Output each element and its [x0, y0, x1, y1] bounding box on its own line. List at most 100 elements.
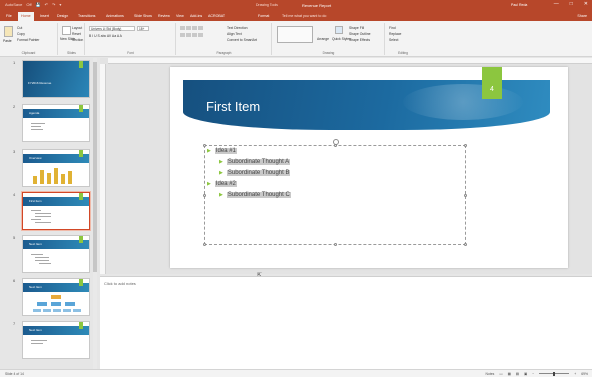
- slide-thumbnail-2[interactable]: Agenda: [22, 104, 90, 142]
- slide-thumbnail-6[interactable]: Next Item: [22, 278, 90, 316]
- slide-title[interactable]: First Item: [206, 99, 260, 114]
- font-name-select[interactable]: Univers Lt Std (Body): [89, 26, 135, 31]
- slide-thumbnail-4-selected[interactable]: First Item: [22, 192, 90, 230]
- arrange-button[interactable]: Arrange: [317, 37, 329, 41]
- resize-handle-e[interactable]: [464, 194, 467, 197]
- reset-button[interactable]: Reset: [72, 32, 81, 36]
- tab-acrobat[interactable]: ACROBAT: [208, 14, 225, 18]
- quick-styles-icon[interactable]: [335, 26, 343, 34]
- zoom-slider[interactable]: [539, 371, 570, 376]
- reading-view-icon[interactable]: ▤: [516, 372, 519, 376]
- bullet-level-2[interactable]: ▶ Subordinate Thought A: [219, 159, 291, 165]
- tab-insert[interactable]: Insert: [40, 14, 49, 18]
- slide-thumbnail-1[interactable]: FY2016 Revenue: [22, 60, 90, 98]
- share-button[interactable]: Share: [577, 14, 587, 18]
- tab-home[interactable]: Home: [18, 12, 34, 21]
- convert-smartart-button[interactable]: Convert to SmartArt: [227, 38, 257, 42]
- resize-handle-n[interactable]: [334, 144, 337, 147]
- tab-design[interactable]: Design: [57, 14, 68, 18]
- align-buttons[interactable]: [180, 33, 204, 38]
- bullets-buttons[interactable]: [180, 26, 204, 31]
- font-format-buttons[interactable]: B I U S abc AV Aa A A: [89, 34, 122, 38]
- status-right-controls: Notes ▭ ▦ ▤ ▣ − + 69%: [486, 371, 588, 376]
- autosave-label[interactable]: AutoSave: [5, 2, 22, 7]
- bullet-level-1[interactable]: ▶ Idea #1: [207, 148, 237, 154]
- bullet-level-2[interactable]: ▶ Subordinate Thought B: [219, 170, 291, 176]
- group-font: Univers Lt Std (Body) 18+ B I U S abc AV…: [86, 23, 176, 55]
- redo-icon[interactable]: ↷: [52, 2, 55, 7]
- user-name[interactable]: Paul Reda: [511, 3, 527, 7]
- tab-add-ins[interactable]: Add-ins: [190, 14, 202, 18]
- normal-view-icon[interactable]: ▭: [499, 372, 502, 376]
- scrollbar-thumb[interactable]: [93, 62, 97, 272]
- cut-button[interactable]: Cut: [17, 26, 22, 30]
- zoom-level[interactable]: 69%: [581, 372, 588, 376]
- resize-handle-sw[interactable]: [203, 243, 206, 246]
- thumb-number: 7: [13, 321, 16, 326]
- notes-placeholder[interactable]: Click to add notes: [104, 281, 136, 286]
- resize-handle-nw[interactable]: [203, 144, 206, 147]
- slide-thumbnail-7[interactable]: Next Item: [22, 321, 90, 359]
- notes-pane[interactable]: Click to add notes: [100, 276, 592, 369]
- bullet-arrow-icon: ▶: [219, 192, 223, 198]
- zoom-out-icon[interactable]: −: [532, 372, 534, 376]
- bullet-arrow-icon: ▶: [219, 159, 223, 165]
- tab-transitions[interactable]: Transitions: [78, 14, 95, 18]
- resize-handle-ne[interactable]: [464, 144, 467, 147]
- title-bar: AutoSave Off 💾 ↶ ↷ ▾ Drawing Tools Reven…: [0, 0, 592, 11]
- thumbnail-scrollbar[interactable]: [93, 58, 97, 369]
- bullet-level-2[interactable]: ▶ Subordinate Thought C: [219, 192, 291, 198]
- thumb-label: Next Item: [29, 242, 42, 246]
- font-size-select[interactable]: 18+: [137, 26, 149, 31]
- group-paragraph: Text Direction Align Text Convert to Sma…: [177, 23, 272, 55]
- shape-fill-button[interactable]: Shape Fill: [349, 26, 364, 30]
- notes-toggle-button[interactable]: Notes: [486, 372, 495, 376]
- undo-icon[interactable]: ↶: [45, 2, 48, 7]
- tab-slide-show[interactable]: Slide Show: [134, 14, 152, 18]
- shape-effects-button[interactable]: Shape Effects: [349, 38, 370, 42]
- slide-thumbnail-5[interactable]: Next Item: [22, 235, 90, 273]
- replace-button[interactable]: Replace: [389, 32, 401, 36]
- paste-icon[interactable]: [4, 26, 13, 37]
- maximize-button[interactable]: □: [570, 1, 573, 7]
- close-button[interactable]: ✕: [584, 1, 588, 7]
- zoom-in-icon[interactable]: +: [574, 372, 576, 376]
- resize-handle-s[interactable]: [334, 243, 337, 246]
- group-label-slides: Slides: [67, 51, 76, 55]
- slide-thumbnail-3[interactable]: Overview: [22, 149, 90, 187]
- layout-button[interactable]: Layout: [72, 26, 82, 30]
- slide-thumbnail-panel: 1 FY2016 Revenue 2 Agenda 3 Overview 4 F…: [0, 58, 100, 369]
- slideshow-icon[interactable]: ▣: [524, 372, 527, 376]
- bullet-level-1[interactable]: ▶ Idea #2: [207, 181, 237, 187]
- paste-button[interactable]: Paste: [3, 39, 12, 43]
- thumb-label: Next Item: [29, 285, 42, 289]
- tell-me-search[interactable]: Tell me what you want to do: [282, 14, 326, 18]
- tab-animations[interactable]: Animations: [106, 14, 124, 18]
- resize-handle-se[interactable]: [464, 243, 467, 246]
- slide-sorter-icon[interactable]: ▦: [508, 372, 511, 376]
- shapes-gallery[interactable]: [277, 26, 313, 43]
- select-button[interactable]: Select: [389, 38, 398, 42]
- slide-counter: Slide 4 of 14: [5, 372, 24, 376]
- slide-canvas[interactable]: First Item 4 ▶ Idea #1 ▶ Subordinate Thoug…: [170, 67, 568, 268]
- align-text-button[interactable]: Align Text: [227, 32, 242, 36]
- tab-review[interactable]: Review: [158, 14, 170, 18]
- section-button[interactable]: Section: [72, 38, 83, 42]
- tab-view[interactable]: View: [176, 14, 184, 18]
- group-label-editing: Editing: [398, 51, 408, 55]
- save-icon[interactable]: 💾: [36, 2, 41, 7]
- tab-format[interactable]: Format: [258, 14, 269, 18]
- autosave-state[interactable]: Off: [26, 2, 31, 7]
- customize-qat-icon[interactable]: ▾: [59, 2, 61, 7]
- format-painter-button[interactable]: Format Painter: [17, 38, 39, 42]
- resize-handle-w[interactable]: [203, 194, 206, 197]
- copy-button[interactable]: Copy: [17, 32, 25, 36]
- content-placeholder[interactable]: ▶ Idea #1 ▶ Subordinate Thought A ▶ Subordi…: [203, 144, 467, 246]
- text-direction-button[interactable]: Text Direction: [227, 26, 248, 30]
- minimize-button[interactable]: —: [554, 1, 559, 7]
- tab-file[interactable]: File: [6, 14, 12, 18]
- shape-outline-button[interactable]: Shape Outline: [349, 32, 371, 36]
- new-slide-icon[interactable]: [62, 26, 71, 35]
- find-button[interactable]: Find: [389, 26, 396, 30]
- zoom-slider-knob[interactable]: [553, 371, 556, 376]
